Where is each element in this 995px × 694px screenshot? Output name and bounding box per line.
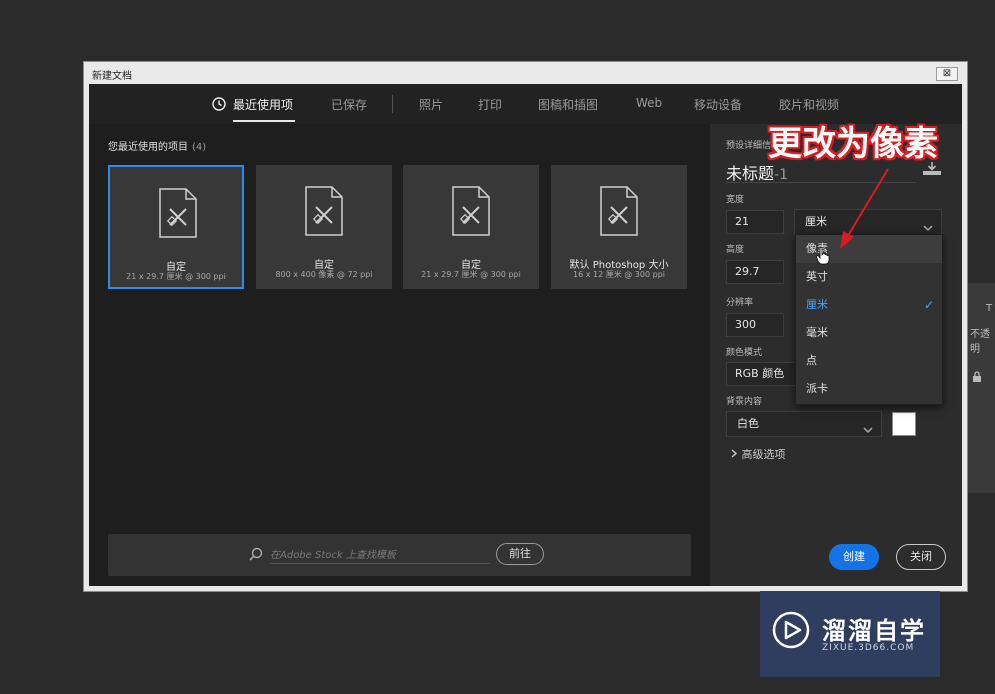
hand-cursor-icon bbox=[816, 246, 830, 268]
lock-icon bbox=[972, 371, 982, 385]
stock-go-button[interactable]: 前往 bbox=[496, 543, 544, 565]
watermark: 溜溜自学 ZIXUE.3D66.COM bbox=[760, 591, 940, 677]
background-contents-select[interactable]: 白色 bbox=[726, 411, 882, 437]
annotation-arrow-icon bbox=[830, 165, 894, 254]
recent-count: (4) bbox=[192, 142, 207, 153]
window-close-button[interactable]: ⊠ bbox=[936, 67, 958, 81]
background-contents-label: 背景内容 bbox=[726, 397, 763, 407]
close-button[interactable]: 关闭 bbox=[896, 544, 946, 570]
preset-card-subtitle: 800 x 400 像素 @ 72 ppi bbox=[275, 270, 373, 279]
background-color-swatch[interactable] bbox=[892, 412, 916, 436]
chevron-right-icon bbox=[730, 448, 742, 461]
checkmark-icon: ✓ bbox=[923, 298, 934, 312]
create-button[interactable]: 创建 bbox=[829, 544, 879, 570]
search-icon bbox=[249, 547, 263, 564]
resolution-label: 分辨率 bbox=[726, 298, 754, 308]
active-tab-indicator bbox=[233, 120, 295, 122]
document-name-text: 未标题 bbox=[726, 164, 775, 183]
tab-saved[interactable]: 已保存 bbox=[331, 96, 367, 113]
unit-dropdown-menu: 像素 英寸 厘米 ✓ 毫米 点 派卡 bbox=[795, 234, 943, 405]
height-label: 高度 bbox=[726, 245, 745, 255]
height-input[interactable]: 29.7 bbox=[726, 260, 784, 284]
recent-heading-text: 您最近使用的项目 bbox=[108, 142, 188, 153]
annotation-callout: 更改为像素 bbox=[768, 124, 938, 164]
document-name-suffix: -1 bbox=[774, 167, 788, 183]
preset-card-subtitle: 21 x 29.7 厘米 @ 300 ppi bbox=[126, 272, 226, 281]
play-logo-icon bbox=[772, 611, 810, 652]
tab-recent[interactable]: 最近使用项 bbox=[233, 96, 293, 113]
document-preset-icon bbox=[304, 185, 344, 240]
unit-option-centimeters[interactable]: 厘米 ✓ bbox=[796, 291, 942, 319]
unit-option-picas[interactable]: 派卡 bbox=[796, 375, 942, 403]
document-preset-icon bbox=[451, 185, 491, 240]
chevron-down-icon bbox=[863, 419, 873, 443]
tab-web[interactable]: Web bbox=[636, 96, 662, 110]
resolution-input[interactable]: 300 bbox=[726, 313, 784, 337]
preset-card[interactable]: 自定 21 x 29.7 厘米 @ 300 ppi bbox=[403, 165, 539, 289]
tab-mobile[interactable]: 移动设备 bbox=[694, 96, 742, 113]
color-mode-label: 颜色模式 bbox=[726, 348, 763, 358]
unit-option-millimeters[interactable]: 毫米 bbox=[796, 319, 942, 347]
tab-film-video[interactable]: 胶片和视频 bbox=[779, 96, 839, 113]
unit-option-label: 派卡 bbox=[806, 382, 828, 395]
unit-option-label: 点 bbox=[806, 354, 817, 367]
background-contents-value: 白色 bbox=[737, 417, 759, 430]
recent-heading: 您最近使用的项目 (4) bbox=[108, 138, 206, 153]
tab-print[interactable]: 打印 bbox=[478, 96, 502, 113]
window-title: 新建文档 bbox=[92, 71, 132, 82]
background-text: 不透明 bbox=[970, 329, 990, 355]
color-mode-select[interactable]: RGB 颜色 bbox=[726, 362, 796, 386]
stock-search-bar: 前往 bbox=[108, 534, 691, 576]
unit-select-value: 厘米 bbox=[805, 215, 827, 228]
background-app-panel: 不透明 T bbox=[968, 283, 995, 493]
width-label: 宽度 bbox=[726, 195, 745, 205]
clock-icon bbox=[212, 97, 226, 114]
preset-card-subtitle: 16 x 12 厘米 @ 300 ppi bbox=[573, 270, 665, 279]
unit-option-label: 英寸 bbox=[806, 270, 828, 283]
preset-card[interactable]: 默认 Photoshop 大小 16 x 12 厘米 @ 300 ppi bbox=[551, 165, 687, 289]
preset-card[interactable]: 自定 800 x 400 像素 @ 72 ppi bbox=[256, 165, 392, 289]
watermark-url: ZIXUE.3D66.COM bbox=[822, 643, 915, 653]
watermark-name: 溜溜自学 bbox=[822, 617, 926, 645]
document-preset-icon bbox=[158, 187, 198, 242]
recent-items-pane: 您最近使用的项目 (4) 自定 21 x 29.7 厘米 @ 300 ppi 自定… bbox=[89, 124, 710, 586]
unit-option-label: 厘米 bbox=[806, 298, 828, 311]
advanced-options-label: 高级选项 bbox=[741, 448, 786, 461]
tab-art-illustration[interactable]: 图稿和插图 bbox=[538, 96, 598, 113]
document-preset-icon bbox=[599, 185, 639, 240]
preset-card-subtitle: 21 x 29.7 厘米 @ 300 ppi bbox=[421, 270, 521, 279]
stock-search-input[interactable] bbox=[270, 547, 490, 564]
unit-option-label: 毫米 bbox=[806, 326, 828, 339]
width-input[interactable]: 21 bbox=[726, 210, 784, 234]
advanced-options-toggle[interactable]: 高级选项 bbox=[730, 446, 786, 462]
unit-option-points[interactable]: 点 bbox=[796, 347, 942, 375]
background-glyph: T bbox=[986, 303, 993, 314]
preset-card[interactable]: 自定 21 x 29.7 厘米 @ 300 ppi bbox=[108, 165, 244, 289]
tab-photo[interactable]: 照片 bbox=[419, 96, 443, 113]
preset-details-heading: 预设详细信 bbox=[726, 141, 772, 151]
tab-divider bbox=[392, 95, 393, 113]
